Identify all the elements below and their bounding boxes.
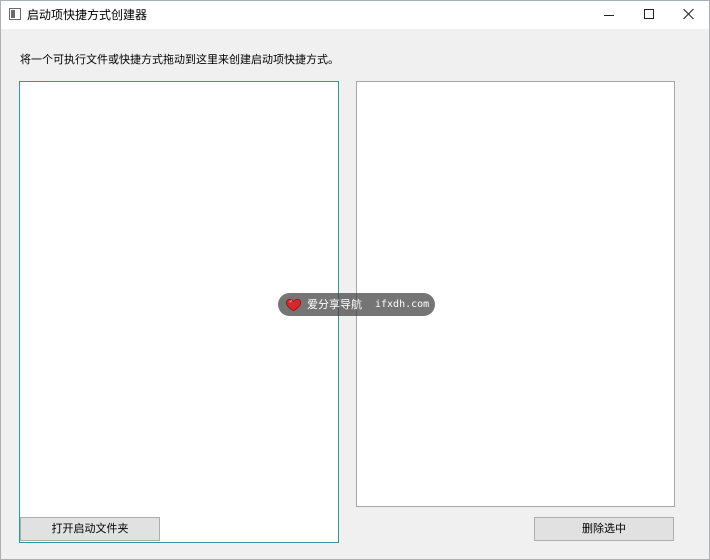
maximize-icon bbox=[644, 9, 654, 19]
close-icon bbox=[683, 8, 695, 20]
delete-selected-button[interactable]: 删除选中 bbox=[534, 517, 674, 541]
watermark-url: ifxdh.com bbox=[375, 299, 430, 310]
window-title: 启动项快捷方式创建器 bbox=[27, 8, 148, 22]
app-window: 启动项快捷方式创建器 将一个可执行文件或快捷方式拖动到这里来创建启动项快捷方式。… bbox=[0, 0, 710, 560]
instruction-label: 将一个可执行文件或快捷方式拖动到这里来创建启动项快捷方式。 bbox=[20, 53, 339, 66]
heart-icon bbox=[285, 298, 302, 312]
watermark-badge: 爱分享导航 ifxdh.com bbox=[278, 293, 435, 316]
title-bar[interactable]: 启动项快捷方式创建器 bbox=[1, 1, 709, 29]
close-button[interactable] bbox=[669, 1, 709, 29]
minimize-icon bbox=[604, 15, 614, 16]
open-startup-folder-button[interactable]: 打开启动文件夹 bbox=[20, 517, 160, 541]
window-app-icon bbox=[9, 8, 21, 20]
maximize-button[interactable] bbox=[629, 1, 669, 29]
watermark-text: 爱分享导航 bbox=[307, 298, 362, 311]
minimize-button[interactable] bbox=[589, 1, 629, 29]
